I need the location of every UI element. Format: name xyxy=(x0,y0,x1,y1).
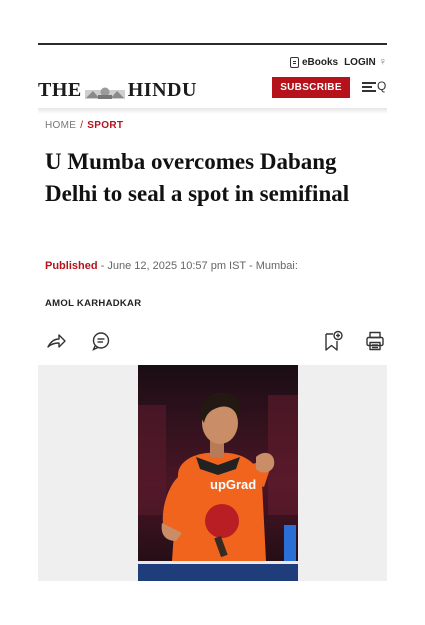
published-date: - June 12, 2025 10:57 pm IST - Mumbai: xyxy=(97,260,298,272)
bookmark-add-icon[interactable] xyxy=(322,330,344,352)
subscribe-button[interactable]: SUBSCRIBE xyxy=(272,77,350,98)
masthead: THE HINDU SUBSCRIBE Q xyxy=(38,75,387,105)
published-label: Published xyxy=(45,260,98,272)
article-dateline: Published - June 12, 2025 10:57 pm IST -… xyxy=(45,260,298,272)
header-shadow xyxy=(38,108,387,114)
breadcrumb-home[interactable]: HOME xyxy=(45,120,76,131)
article-author[interactable]: AMOL KARHADKAR xyxy=(45,298,141,309)
login-label: LOGIN xyxy=(344,56,376,68)
login-link[interactable]: LOGIN ♀ xyxy=(344,56,387,68)
login-icon: ♀ xyxy=(378,56,387,68)
article-toolbar xyxy=(45,330,385,352)
ebooks-label: eBooks xyxy=(301,56,339,68)
jersey-text: upGrad xyxy=(210,477,256,492)
utility-bar: eBooks LOGIN ♀ xyxy=(289,54,387,70)
logo-text-left: THE xyxy=(38,78,82,101)
top-divider xyxy=(38,43,387,45)
ebooks-link[interactable]: eBooks xyxy=(289,56,339,68)
breadcrumb-section[interactable]: SPORT xyxy=(87,120,123,131)
breadcrumb: HOME / SPORT xyxy=(45,120,123,131)
comment-icon[interactable] xyxy=(90,330,112,352)
search-icon[interactable]: Q xyxy=(377,79,386,93)
logo-emblem-icon xyxy=(84,83,126,99)
article-headline: U Mumba overcomes Dabang Delhi to seal a… xyxy=(45,149,350,206)
logo-text-right: HINDU xyxy=(127,78,197,101)
ebook-icon xyxy=(289,56,299,68)
article-photo[interactable]: upGrad xyxy=(138,365,298,581)
page: eBooks LOGIN ♀ THE HINDU SUBSCRIBE Q HOM… xyxy=(38,0,387,625)
site-logo[interactable]: THE HINDU xyxy=(38,79,197,102)
breadcrumb-separator: / xyxy=(80,120,84,131)
print-icon[interactable] xyxy=(364,330,386,352)
share-icon[interactable] xyxy=(45,330,67,352)
menu-icon[interactable] xyxy=(362,81,376,93)
